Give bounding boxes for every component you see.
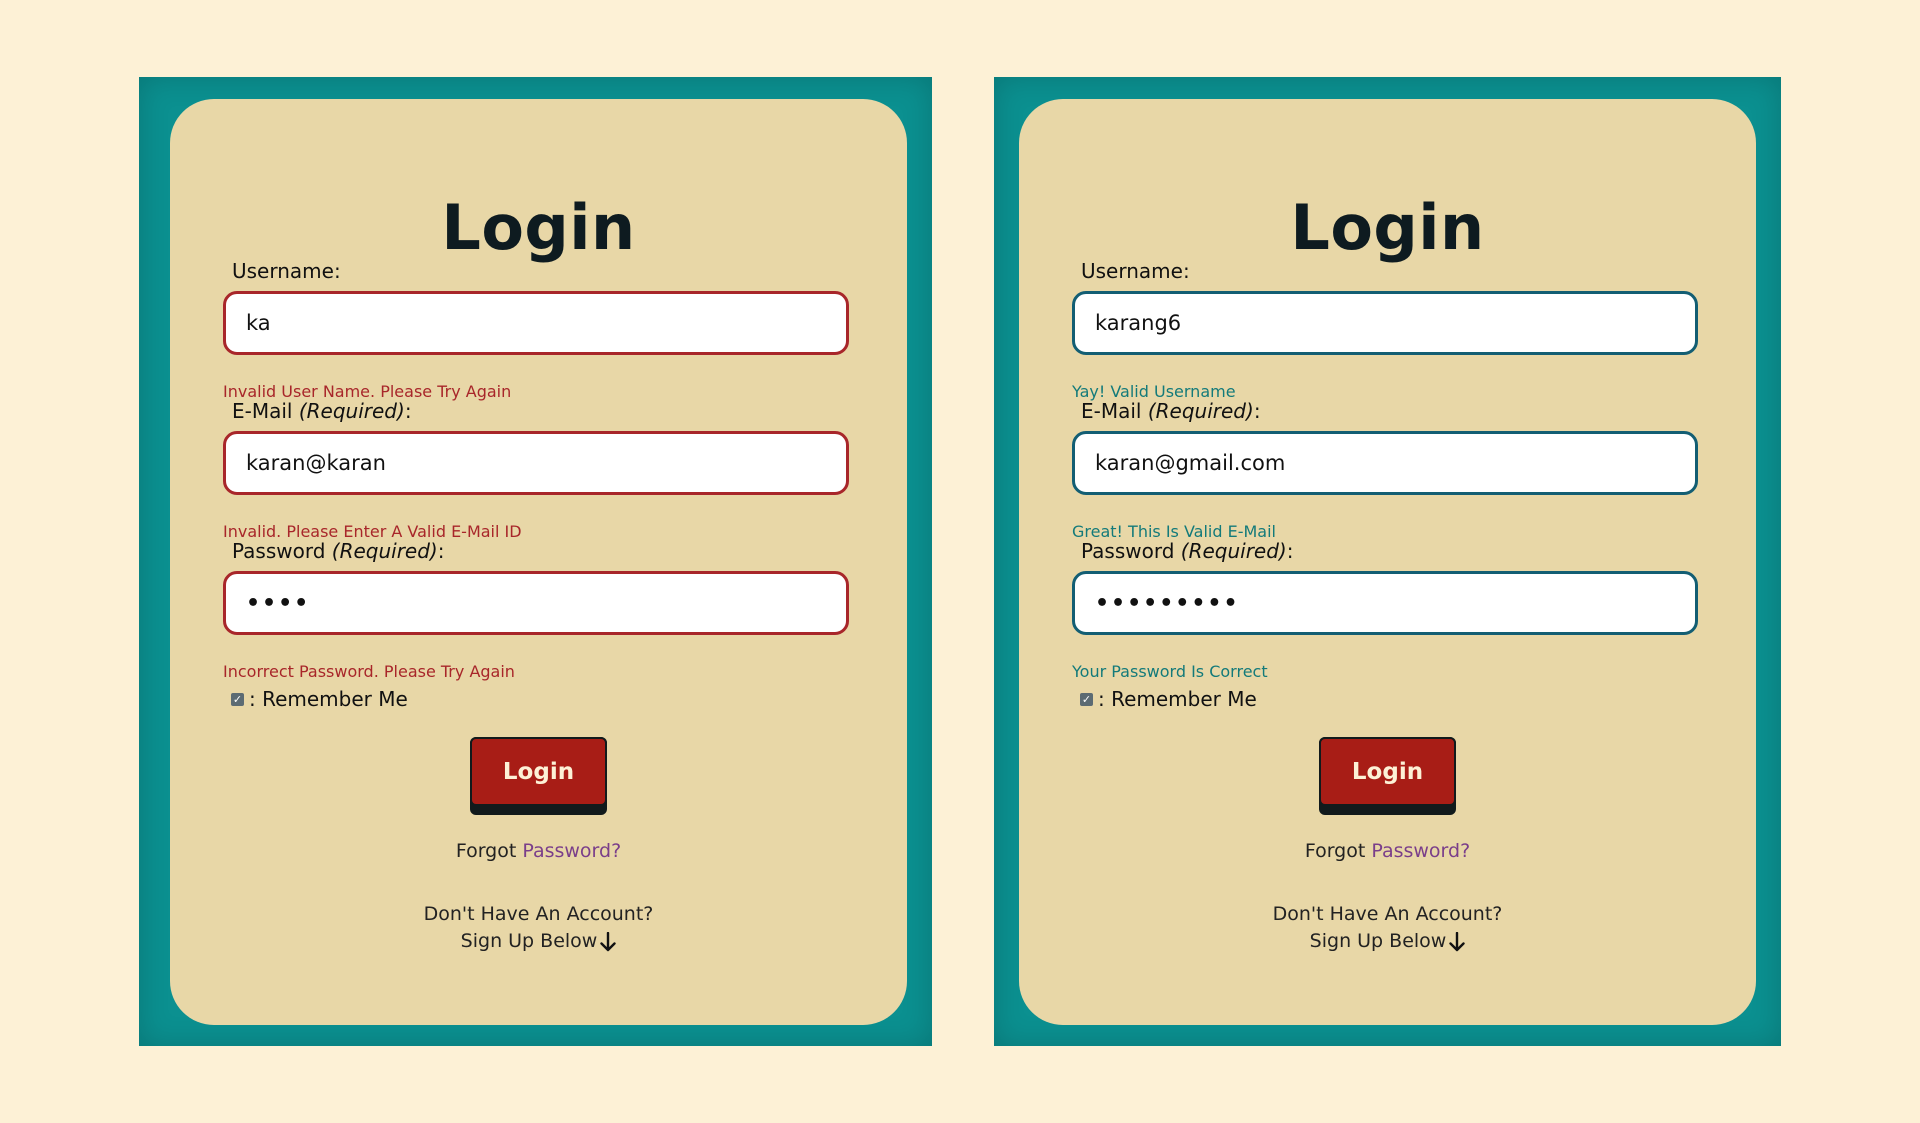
- remember-me: ✓ : Remember Me: [1080, 687, 1257, 711]
- login-button[interactable]: Login: [470, 737, 607, 815]
- email-value: karan@gmail.com: [1095, 451, 1286, 475]
- email-label-colon: :: [404, 399, 412, 423]
- password-error-message: Incorrect Password. Please Try Again: [223, 662, 515, 681]
- password-value: ••••: [246, 590, 311, 616]
- login-button-label: Login: [1319, 737, 1456, 806]
- signup-link[interactable]: Sign Up Below: [1019, 928, 1756, 955]
- email-label-colon: :: [1253, 399, 1261, 423]
- username-label: Username:: [1081, 259, 1190, 283]
- username-value: ka: [246, 311, 271, 335]
- email-label-text: E-Mail: [232, 399, 299, 423]
- email-value: karan@karan: [246, 451, 386, 475]
- email-label: E-Mail (Required):: [232, 399, 412, 423]
- password-label-colon: :: [437, 539, 445, 563]
- password-label-colon: :: [1286, 539, 1294, 563]
- forgot-password: Forgot Password?: [1019, 840, 1756, 862]
- forgot-text: Forgot: [1304, 840, 1372, 862]
- forgot-password: Forgot Password?: [170, 840, 907, 862]
- password-label: Password (Required):: [232, 539, 445, 563]
- forgot-password-link[interactable]: Password?: [1371, 840, 1470, 862]
- password-input[interactable]: ••••: [223, 571, 849, 635]
- username-input[interactable]: ka: [223, 291, 849, 355]
- login-button[interactable]: Login: [1319, 737, 1456, 815]
- forgot-text: Forgot: [455, 840, 523, 862]
- password-label-text: Password: [1081, 539, 1181, 563]
- login-button-label: Login: [470, 737, 607, 806]
- email-label: E-Mail (Required):: [1081, 399, 1261, 423]
- email-required-note: (Required): [1147, 399, 1254, 423]
- login-card: Login Username: karang6 Yay! Valid Usern…: [1019, 99, 1756, 1025]
- login-panel-invalid: Login Username: ka Invalid User Name. Pl…: [139, 77, 932, 1046]
- login-card: Login Username: ka Invalid User Name. Pl…: [170, 99, 907, 1025]
- arrow-down-icon: [1449, 931, 1466, 951]
- password-label-text: Password: [232, 539, 332, 563]
- signup-below-text: Sign Up Below: [1309, 930, 1447, 952]
- arrow-down-icon: [600, 931, 617, 951]
- login-title: Login: [1290, 191, 1485, 264]
- signup-section: Don't Have An Account? Sign Up Below: [1019, 901, 1756, 955]
- signup-below-text: Sign Up Below: [460, 930, 598, 952]
- login-title: Login: [441, 191, 636, 264]
- email-input[interactable]: karan@karan: [223, 431, 849, 495]
- signup-link[interactable]: Sign Up Below: [170, 928, 907, 955]
- login-panel-valid: Login Username: karang6 Yay! Valid Usern…: [994, 77, 1781, 1046]
- checkbox-checked-icon[interactable]: ✓: [231, 692, 244, 706]
- email-required-note: (Required): [298, 399, 405, 423]
- no-account-text: Don't Have An Account?: [1272, 903, 1503, 925]
- password-required-note: (Required): [1180, 539, 1287, 563]
- username-value: karang6: [1095, 311, 1182, 335]
- password-input[interactable]: •••••••••: [1072, 571, 1698, 635]
- remember-me-label: : Remember Me: [249, 687, 408, 711]
- forgot-password-link[interactable]: Password?: [522, 840, 621, 862]
- password-label: Password (Required):: [1081, 539, 1294, 563]
- signup-section: Don't Have An Account? Sign Up Below: [170, 901, 907, 955]
- remember-me: ✓ : Remember Me: [231, 687, 408, 711]
- username-input[interactable]: karang6: [1072, 291, 1698, 355]
- password-value: •••••••••: [1095, 590, 1240, 616]
- checkbox-checked-icon[interactable]: ✓: [1080, 692, 1093, 706]
- email-input[interactable]: karan@gmail.com: [1072, 431, 1698, 495]
- username-label: Username:: [232, 259, 341, 283]
- password-required-note: (Required): [331, 539, 438, 563]
- email-label-text: E-Mail: [1081, 399, 1148, 423]
- remember-me-label: : Remember Me: [1098, 687, 1257, 711]
- password-success-message: Your Password Is Correct: [1072, 662, 1268, 681]
- no-account-text: Don't Have An Account?: [423, 903, 654, 925]
